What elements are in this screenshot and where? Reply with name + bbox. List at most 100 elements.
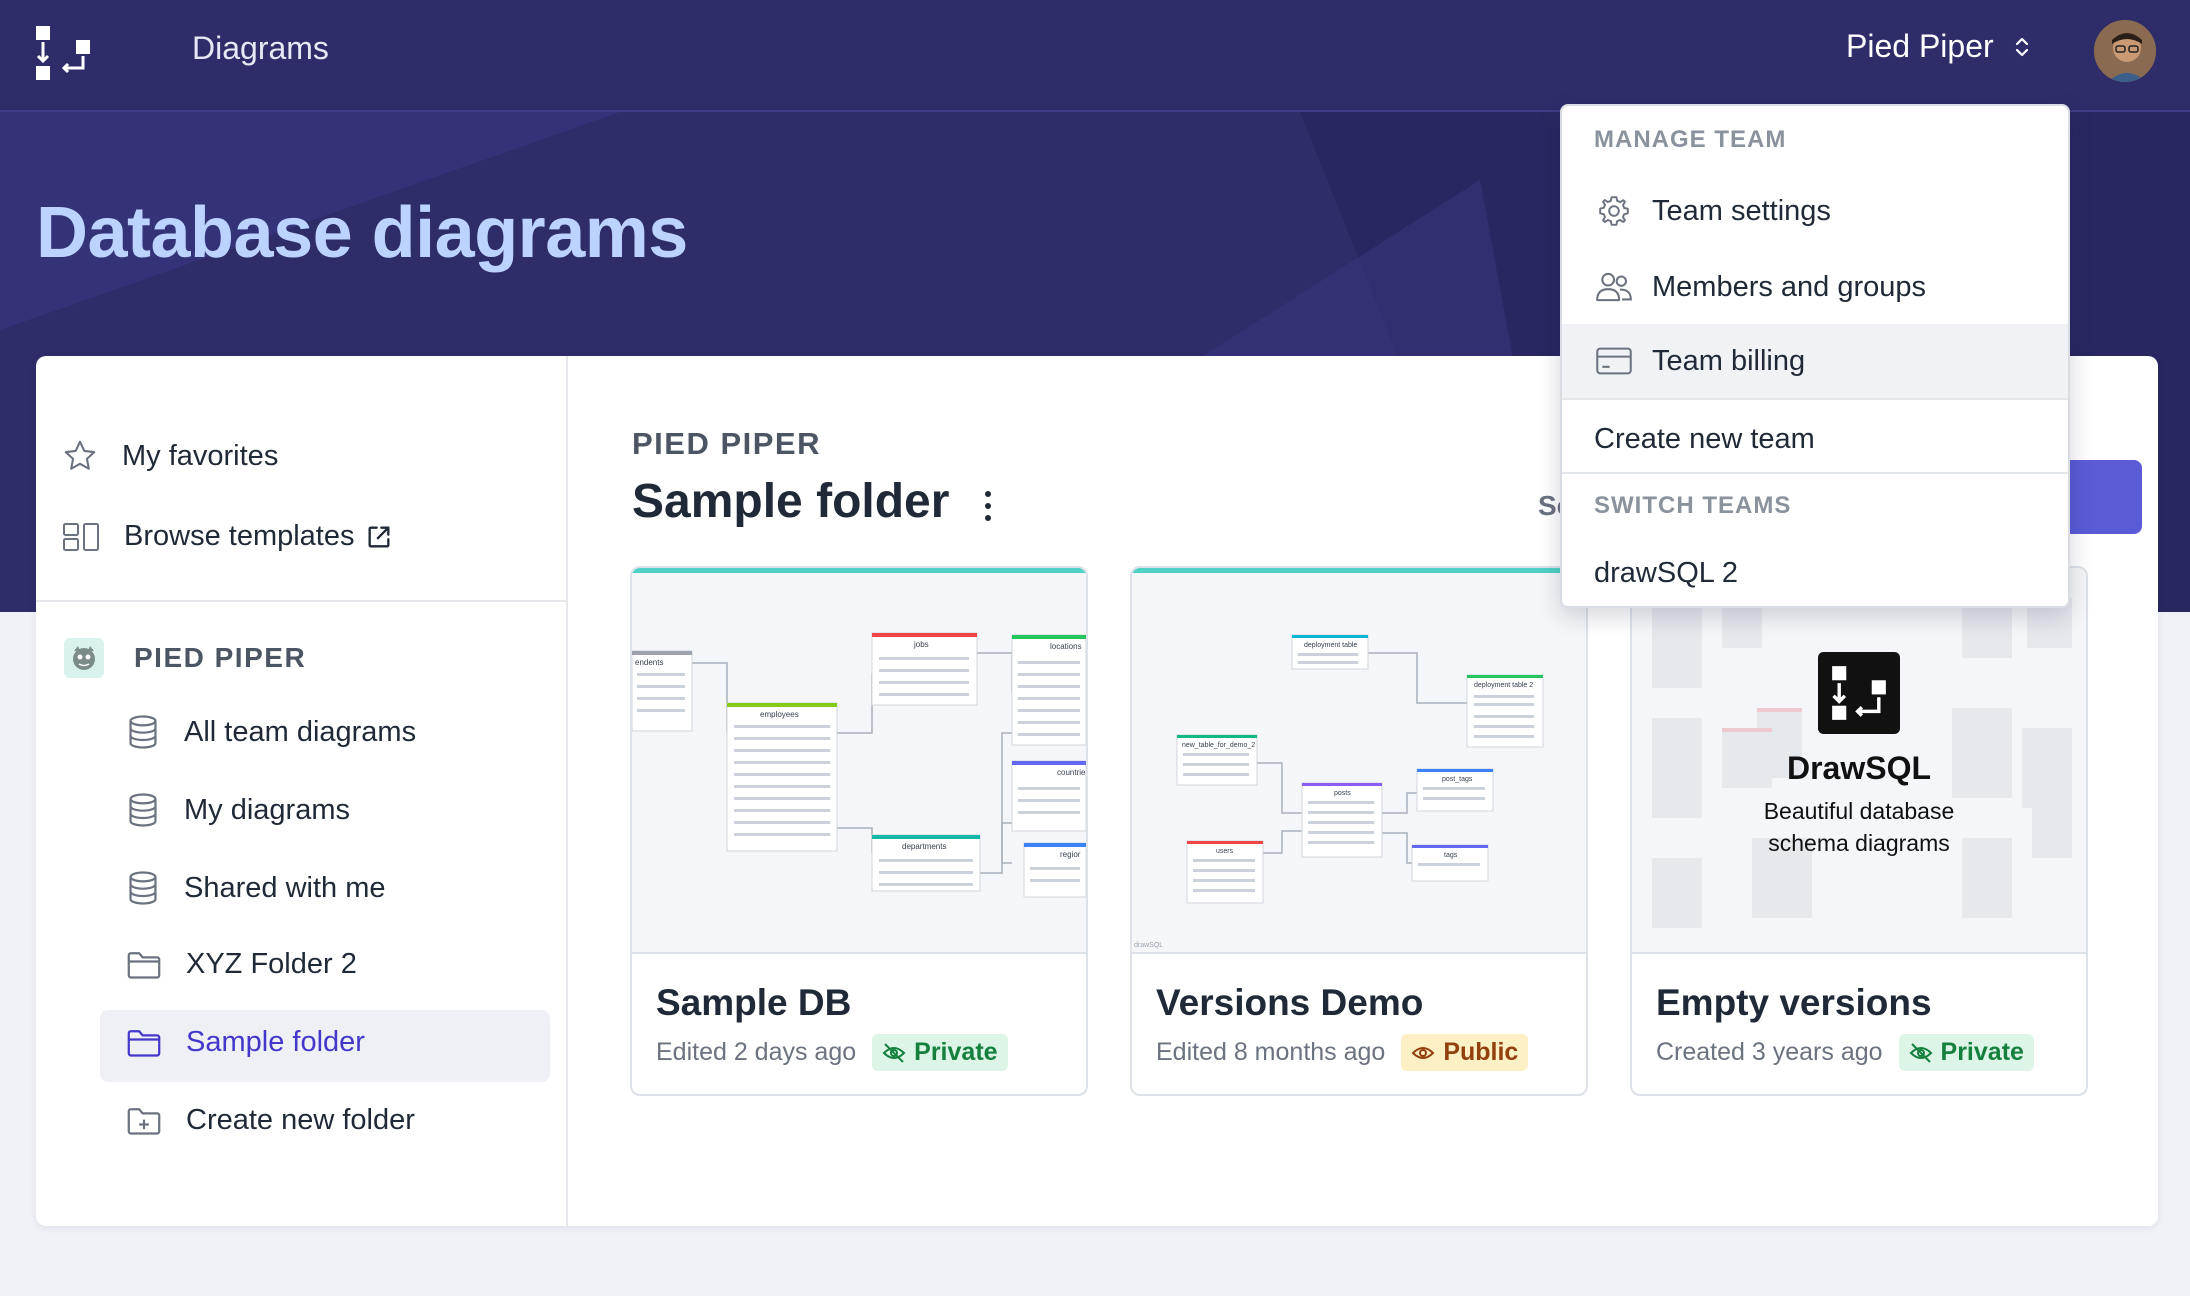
sidebar-item-label: Shared with me [184,871,386,904]
breadcrumb[interactable]: PIED PIPER [632,426,821,462]
menu-item-team-settings[interactable]: Team settings [1562,174,2068,248]
thumb-table-label: deployment table [1304,642,1357,649]
app-title[interactable]: Diagrams [192,30,329,67]
visibility-badge: Public [1401,1034,1529,1071]
visibility-label: Private [1940,1038,2024,1066]
thumb-watermark: drawSQL [1134,942,1163,949]
database-icon [129,715,157,749]
promo-line-1: Beautiful database [1763,798,1955,824]
visibility-label: Private [914,1038,998,1066]
external-link-icon [368,526,389,547]
folder-icon [127,1029,161,1057]
diagram-preview: deployment table deployment table 2 new_… [1134,634,1544,949]
menu-section-manage-team: MANAGE TEAM [1594,126,1787,153]
user-avatar[interactable] [2092,18,2158,84]
team-name-label: PIED PIPER [134,642,307,673]
thumb-table-label: deployment table 2 [1474,682,1533,689]
sidebar-item-favorites[interactable]: My favorites [62,438,278,474]
visibility-badge: Private [1898,1034,2034,1071]
database-icon [129,793,157,827]
diagram-meta: Edited 2 days ago Private [656,1034,1008,1071]
diagram-meta: Created 3 years ago Private [1656,1034,2034,1071]
sidebar: My favorites Browse templates PIED PIPER… [36,356,568,1226]
thumb-table-label: users [1216,848,1234,855]
sidebar-item-label: Sample folder [186,1026,365,1058]
folder-title: Sample folder [632,475,950,528]
thumb-table-label: employees [760,710,799,719]
diagram-card-versions-demo[interactable]: deployment table deployment table 2 new_… [1130,566,1588,1096]
diagram-thumbnail: deployment table deployment table 2 new_… [1132,568,1586,954]
diagram-created-time: Created 3 years ago [1656,1038,1883,1066]
promo-title: DrawSQL [1786,750,1932,786]
templates-icon [63,522,99,551]
menu-item-label: Create new team [1594,422,1815,455]
diagram-name[interactable]: Versions Demo [1156,982,1423,1024]
menu-item-label: Members and groups [1652,270,1927,303]
team-avatar-icon [64,638,104,678]
eye-icon [1411,1046,1435,1059]
diagram-edited-time: Edited 2 days ago [656,1038,857,1066]
sidebar-item-xyz-folder-2[interactable]: XYZ Folder 2 [126,948,357,981]
page-title: Database diagrams [36,193,688,273]
menu-item-label: Team settings [1652,194,1831,227]
thumb-table-label: tags [1444,852,1458,859]
sidebar-team-header: PIED PIPER [64,638,306,678]
drawsql-logo-icon[interactable] [34,24,92,82]
thumb-table-label: endents [635,658,663,667]
menu-section-switch-teams: SWITCH TEAMS [1594,492,1792,519]
sidebar-item-label: My diagrams [184,793,350,826]
diagram-card-sample-db[interactable]: endents employees jobs locations countri… [630,566,1088,1096]
sidebar-item-create-new-folder[interactable]: Create new folder [126,1104,415,1137]
sidebar-item-label: Create new folder [186,1104,415,1136]
diagram-thumbnail: DrawSQL Beautiful database schema diagra… [1632,568,2086,954]
thumb-table-label: posts [1334,790,1351,797]
sidebar-item-label: All team diagrams [184,715,417,748]
folder-icon [127,951,161,979]
menu-item-label: Team billing [1652,344,1806,377]
promo-line-2: schema diagrams [1768,830,1950,856]
drawsql-logo-icon [1818,652,1900,734]
more-options-icon[interactable] [978,486,998,526]
users-icon [1594,267,1634,307]
sidebar-item-all-team-diagrams[interactable]: All team diagrams [126,714,416,750]
menu-item-label: drawSQL 2 [1594,556,1738,589]
menu-item-create-new-team[interactable]: Create new team [1562,402,2068,476]
avatar-image [2094,20,2156,82]
diagram-edited-time: Edited 8 months ago [1156,1038,1386,1066]
chevron-up-down-icon [2015,37,2028,56]
sidebar-item-browse-templates[interactable]: Browse templates [62,520,393,553]
thumb-table-label: departments [902,842,946,851]
sidebar-item-label: My favorites [122,439,279,472]
database-icon [129,871,157,905]
sidebar-divider [36,600,568,602]
sidebar-item-label: XYZ Folder 2 [186,948,357,980]
diagram-meta: Edited 8 months ago Public [1156,1034,1529,1071]
diagram-name[interactable]: Empty versions [1656,982,1932,1024]
thumb-table-label: post_tags [1442,776,1473,783]
team-switcher[interactable]: Pied Piper [1846,28,2030,65]
menu-item-members-and-groups[interactable]: Members and groups [1562,250,2068,324]
gear-icon [1594,191,1634,231]
thumb-table-label: locations [1050,642,1082,651]
thumb-table-label: jobs [913,640,929,649]
credit-card-icon [1594,341,1634,381]
sidebar-item-my-diagrams[interactable]: My diagrams [126,792,350,828]
diagram-preview: endents employees jobs locations countri… [632,632,1086,898]
menu-divider [1562,398,2068,400]
diagram-name[interactable]: Sample DB [656,982,851,1024]
thumb-table-label: regior [1060,850,1081,859]
sidebar-item-shared-with-me[interactable]: Shared with me [126,870,386,906]
team-switcher-label: Pied Piper [1846,28,1994,64]
diagram-card-empty-versions[interactable]: DrawSQL Beautiful database schema diagra… [1630,566,2088,1096]
diagram-thumbnail: endents employees jobs locations countri… [632,568,1086,954]
menu-item-switch-team-drawsql-2[interactable]: drawSQL 2 [1562,536,2068,606]
folder-plus-icon [127,1107,161,1135]
star-icon [64,440,96,470]
thumb-table-label: countrie [1057,768,1086,777]
menu-item-team-billing[interactable]: Team billing [1562,324,2068,398]
visibility-badge: Private [872,1034,1008,1071]
thumb-table-label: new_table_for_demo_2 [1182,742,1255,749]
visibility-label: Public [1443,1038,1519,1066]
eye-off-icon [882,1042,906,1063]
sidebar-item-sample-folder[interactable]: Sample folder [126,1026,365,1059]
